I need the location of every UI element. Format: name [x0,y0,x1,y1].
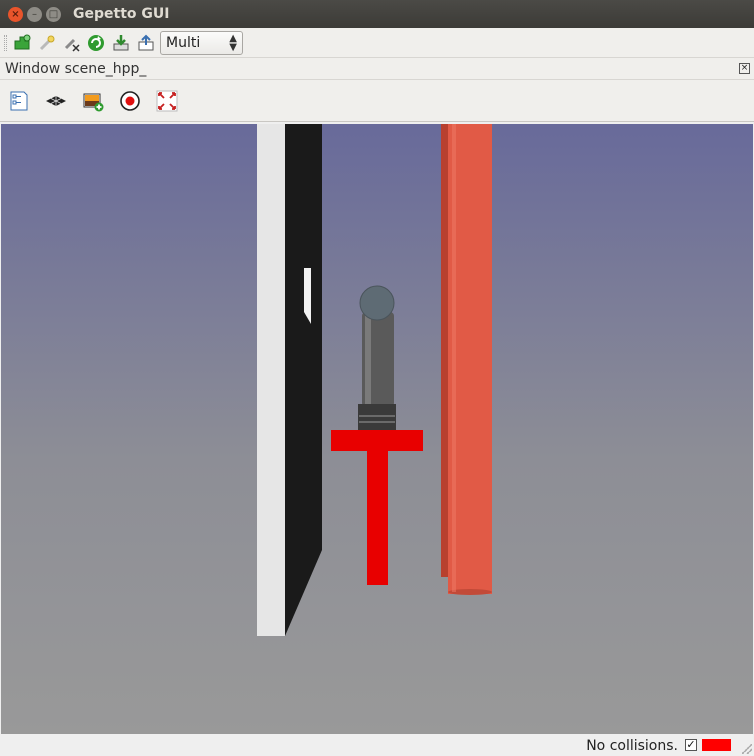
scene-render [257,124,492,636]
collision-color-indicator [702,739,731,751]
gripper-bar [331,430,423,451]
gripper-stem [367,451,388,585]
wall-front-face [257,124,285,636]
title-bar: × – □ Gepetto GUI [0,0,754,28]
mode-select[interactable]: Multi ▲ ▼ [160,31,243,55]
status-bar: No collisions. ✓ [0,734,754,756]
open-icon[interactable] [136,33,156,53]
main-toolbar: Multi ▲ ▼ [0,28,754,58]
pipe-highlight [452,124,456,592]
record-icon[interactable] [119,90,141,112]
close-window-button[interactable]: × [8,7,23,22]
window-title: Gepetto GUI [73,6,170,22]
save-icon[interactable] [111,33,131,53]
refresh-icon[interactable] [86,33,106,53]
add-robot-icon[interactable] [12,33,32,53]
resize-grip-icon[interactable] [742,744,752,754]
select-arrows-icon: ▲ ▼ [229,33,237,53]
wall-side-face [285,124,322,636]
robot-wrist [358,404,396,430]
robot-arm-highlight [365,314,371,404]
add-environment-icon[interactable] [37,33,57,53]
maximize-window-button[interactable]: □ [46,7,61,22]
camera-info-icon[interactable] [8,90,30,112]
scene-viewport[interactable] [1,124,753,734]
robot-joint [359,285,395,321]
view-toolbar [0,80,754,122]
mode-select-value: Multi [166,35,201,51]
grid-icon[interactable] [45,90,67,112]
screenshot-icon[interactable] [82,90,104,112]
dock-title: Window scene_hpp_ [5,61,147,77]
dock-close-button[interactable]: × [739,63,750,74]
collision-status-text: No collisions. [586,738,678,754]
fullscreen-icon[interactable] [156,90,178,112]
collision-checkbox[interactable]: ✓ [685,739,697,751]
dock-header: Window scene_hpp_ × [0,58,754,80]
remove-icon[interactable] [62,33,82,53]
minimize-window-button[interactable]: – [27,7,42,22]
toolbar-grip-icon[interactable] [4,35,7,51]
